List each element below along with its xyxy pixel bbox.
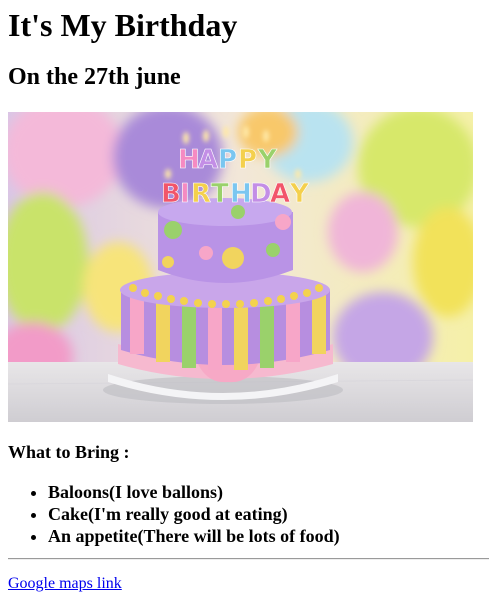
svg-text:B: B (161, 179, 181, 209)
birthday-cake-photo: H A P P Y B I R T H D A Y (8, 112, 473, 422)
svg-text:R: R (191, 179, 211, 209)
svg-text:H: H (230, 179, 252, 209)
svg-text:Y: Y (257, 145, 278, 175)
list-item: An appetite(There will be lots of food) (48, 525, 340, 547)
bring-list: Baloons(I love ballons) Cake(I'm really … (8, 481, 340, 547)
svg-text:Y: Y (289, 179, 310, 209)
svg-text:P: P (238, 145, 257, 175)
svg-text:T: T (211, 179, 229, 209)
what-to-bring-heading: What to Bring : (8, 442, 130, 462)
svg-text:I: I (180, 179, 190, 209)
svg-text:D: D (250, 179, 272, 209)
page-subtitle: On the 27th june (8, 64, 181, 90)
google-maps-link[interactable]: Google maps link (8, 574, 122, 594)
page-title: It's My Birthday (8, 7, 238, 43)
svg-text:A: A (198, 145, 218, 175)
svg-text:P: P (218, 145, 237, 175)
list-item: Baloons(I love ballons) (48, 481, 340, 503)
list-item: Cake(I'm really good at eating) (48, 503, 340, 525)
divider (8, 558, 489, 560)
svg-text:A: A (270, 179, 290, 209)
svg-text:H: H (178, 145, 200, 175)
